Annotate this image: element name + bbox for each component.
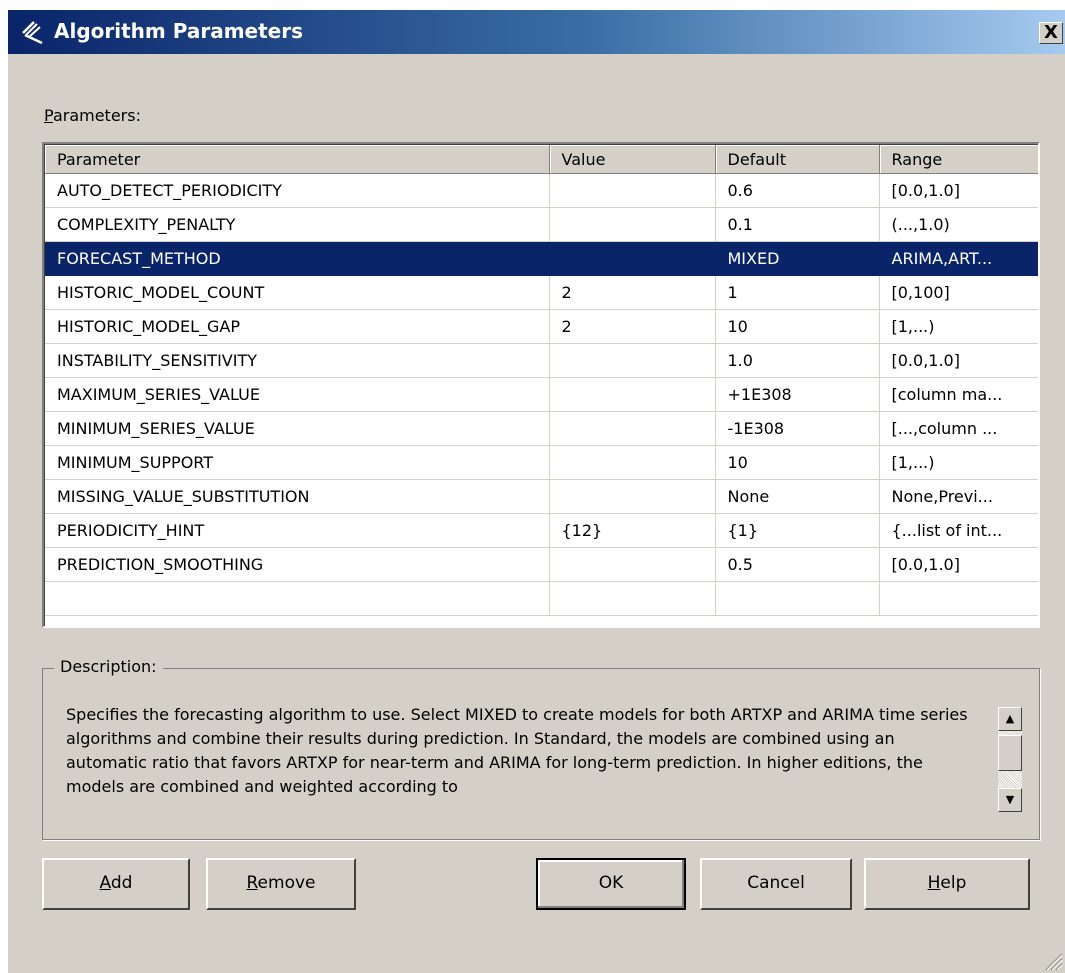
ok-button[interactable]: OK [536,858,686,910]
cell-default: 0.1 [715,207,880,242]
description-scrollbar[interactable]: ▲ ▼ [998,707,1022,812]
table-row[interactable]: PERIODICITY_HINT {12} {1} {...list of int..… [45,513,1038,548]
table-row[interactable]: MISSING_VALUE_SUBSTITUTION None None,Previ… [45,479,1038,514]
scroll-down-arrow-icon[interactable]: ▼ [998,788,1022,812]
algorithm-parameters-dialog: Algorithm Parameters X Parameters: Param… [8,10,1065,973]
cell-parameter: MINIMUM_SERIES_VALUE [45,411,550,446]
cell-value[interactable] [549,343,716,378]
cell-empty [715,581,880,616]
cell-value[interactable]: 2 [549,309,716,344]
cell-default: {1} [715,513,880,548]
table-row[interactable]: AUTO_DETECT_PERIODICITY 0.6 [0.0,1.0] [45,173,1038,208]
cell-range: [column ma... [879,377,1038,412]
scroll-up-arrow-icon[interactable]: ▲ [998,707,1022,731]
description-legend: Description: [54,657,163,676]
resize-grip-icon[interactable] [1041,949,1063,971]
table-row[interactable]: MINIMUM_SERIES_VALUE -1E308 [...,column ..… [45,411,1038,446]
cell-default: +1E308 [715,377,880,412]
cell-value[interactable] [549,411,716,446]
cell-range: [1,...) [879,309,1038,344]
cell-empty [879,581,1038,616]
cell-value[interactable] [549,547,716,582]
table-row[interactable]: COMPLEXITY_PENALTY 0.1 (...,1.0) [45,207,1038,242]
cell-default: MIXED [715,241,880,276]
cell-parameter: FORECAST_METHOD [45,241,550,276]
cell-range: [0,100] [879,275,1038,310]
cell-default: 1 [715,275,880,310]
cell-value[interactable] [549,445,716,480]
cell-range: [...,column ... [879,411,1038,446]
add-button-rest: dd [110,873,133,893]
cell-default: 0.5 [715,547,880,582]
table-header-row: Parameter Value Default Range [45,145,1038,174]
cell-range: (...,1.0) [879,207,1038,242]
column-header-value[interactable]: Value [549,145,716,174]
parameters-label-accel: P [44,106,53,125]
cell-parameter: COMPLEXITY_PENALTY [45,207,550,242]
table-row[interactable]: HISTORIC_MODEL_GAP 2 10 [1,...) [45,309,1038,344]
cell-value[interactable] [549,479,716,514]
window-title: Algorithm Parameters [54,19,303,43]
cell-value[interactable]: 2 [549,275,716,310]
parameters-grid[interactable]: Parameter Value Default Range AUTO_DETEC… [42,142,1040,628]
cell-range: [0.0,1.0] [879,547,1038,582]
cell-range: {...list of int... [879,513,1038,548]
help-button-rest: elp [940,873,967,893]
table-row[interactable]: MINIMUM_SUPPORT 10 [1,...) [45,445,1038,480]
scroll-thumb[interactable] [998,735,1022,771]
cell-value[interactable] [549,173,716,208]
cell-parameter: PERIODICITY_HINT [45,513,550,548]
cell-range: [0.0,1.0] [879,173,1038,208]
help-button-accel: H [927,873,941,893]
cell-range: [1,...) [879,445,1038,480]
cell-parameter: HISTORIC_MODEL_COUNT [45,275,550,310]
table-row-empty[interactable] [45,581,1038,616]
cell-default: -1E308 [715,411,880,446]
cell-value[interactable] [549,377,716,412]
parameters-label-rest: arameters: [52,106,141,125]
cell-parameter: MISSING_VALUE_SUBSTITUTION [45,479,550,514]
cell-parameter: MINIMUM_SUPPORT [45,445,550,480]
cell-default: 10 [715,445,880,480]
cell-parameter: AUTO_DETECT_PERIODICITY [45,173,550,208]
cell-empty [549,581,716,616]
cell-default: 10 [715,309,880,344]
cell-range: None,Previ... [879,479,1038,514]
cell-empty [45,581,550,616]
cell-parameter: PREDICTION_SMOOTHING [45,547,550,582]
column-header-parameter[interactable]: Parameter [45,145,550,174]
title-bar[interactable]: Algorithm Parameters X [8,10,1065,54]
cell-parameter: MAXIMUM_SERIES_VALUE [45,377,550,412]
close-button[interactable]: X [1039,22,1063,44]
table-row[interactable]: PREDICTION_SMOOTHING 0.5 [0.0,1.0] [45,547,1038,582]
table-row[interactable]: MAXIMUM_SERIES_VALUE +1E308 [column ma... [45,377,1038,412]
column-header-default[interactable]: Default [715,145,880,174]
cell-parameter: INSTABILITY_SENSITIVITY [45,343,550,378]
mining-tool-icon [22,21,43,45]
table-row[interactable]: FORECAST_METHOD MIXED ARIMA,ART... [45,241,1038,276]
remove-button-accel: R [246,873,258,893]
table-row[interactable]: HISTORIC_MODEL_COUNT 2 1 [0,100] [45,275,1038,310]
cell-range: ARIMA,ART... [879,241,1038,276]
cell-range: [0.0,1.0] [879,343,1038,378]
cell-default: 0.6 [715,173,880,208]
help-button[interactable]: Help [864,858,1030,910]
add-button-accel: A [99,873,111,893]
table-row[interactable]: INSTABILITY_SENSITIVITY 1.0 [0.0,1.0] [45,343,1038,378]
remove-button[interactable]: Remove [206,858,356,910]
parameters-table: Parameter Value Default Range AUTO_DETEC… [45,145,1038,616]
cell-value[interactable] [549,207,716,242]
cell-default: None [715,479,880,514]
description-text: Specifies the forecasting algorithm to u… [66,705,968,796]
column-header-range[interactable]: Range [879,145,1038,174]
cell-value[interactable] [549,241,716,276]
parameters-label: Parameters: [44,106,141,125]
add-button[interactable]: Add [42,858,190,910]
cell-parameter: HISTORIC_MODEL_GAP [45,309,550,344]
cancel-button[interactable]: Cancel [700,858,852,910]
remove-button-rest: emove [257,873,316,893]
cell-value[interactable]: {12} [549,513,716,548]
cell-default: 1.0 [715,343,880,378]
